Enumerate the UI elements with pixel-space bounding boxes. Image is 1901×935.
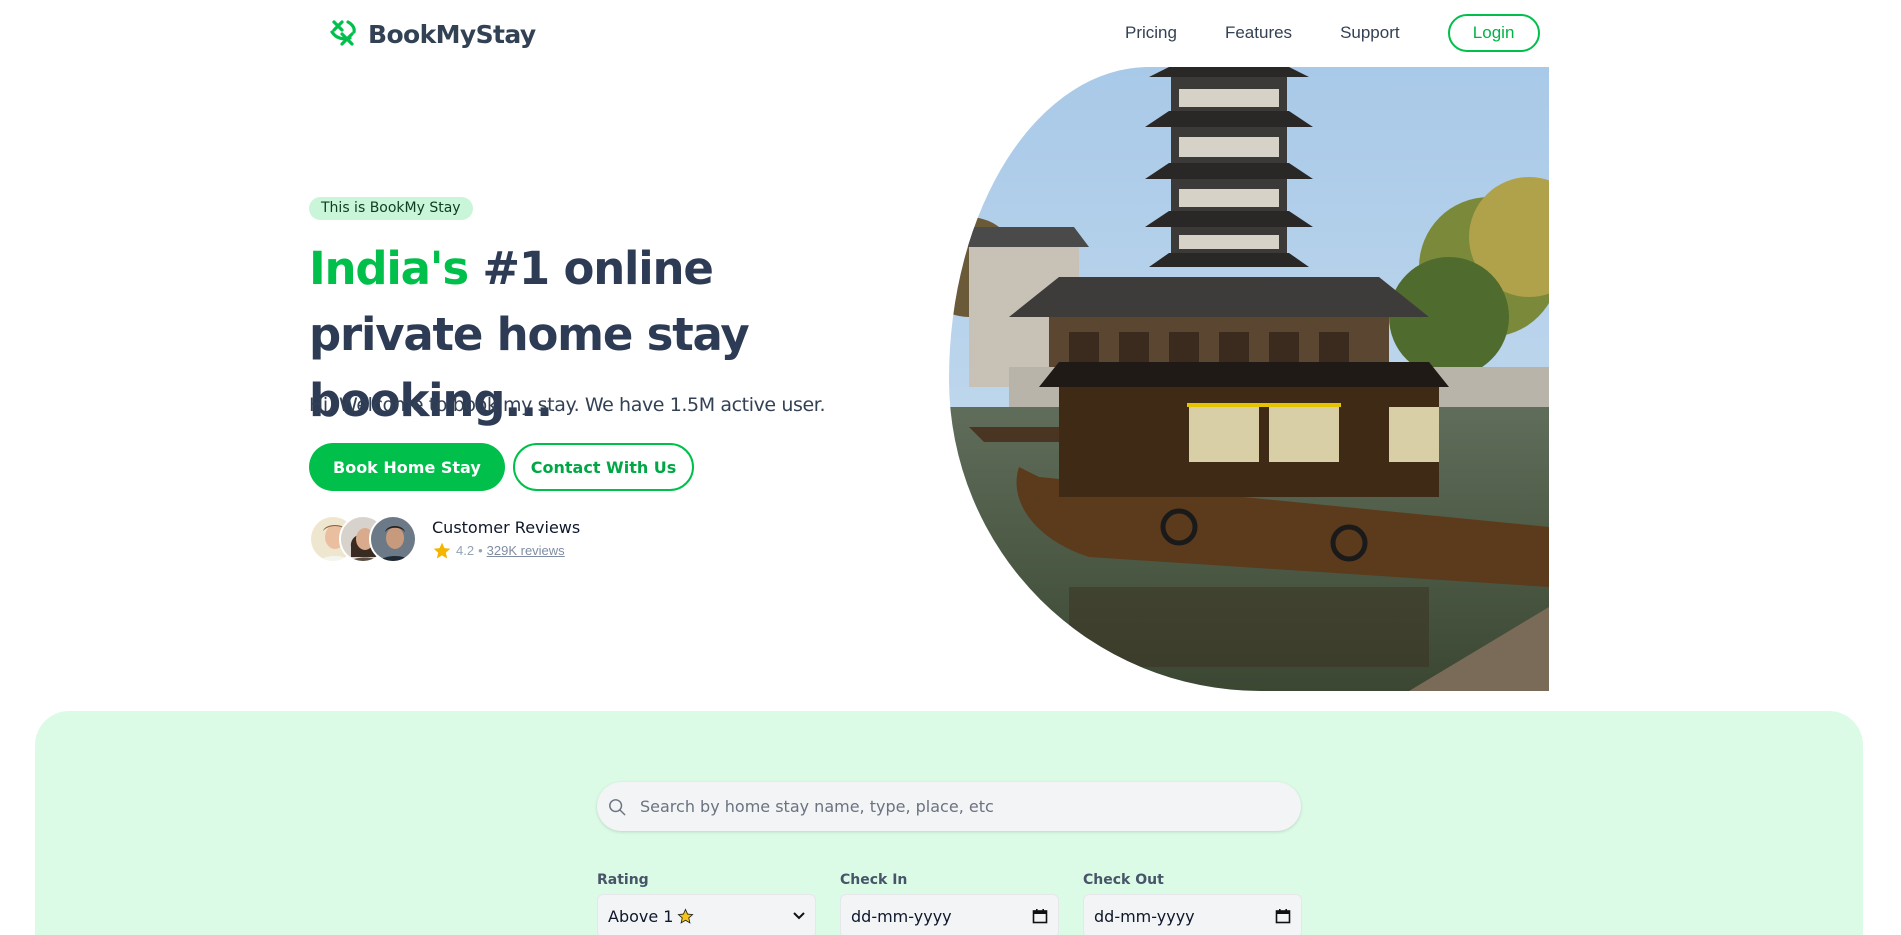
rating-filter: Rating Above 1 [597,872,816,935]
reviews-summary: Customer Reviews 4.2 • 329K reviews [432,518,580,561]
star-icon [433,542,451,558]
customer-reviews: Customer Reviews 4.2 • 329K reviews [309,515,580,563]
check-out-input[interactable]: dd-mm-yyyy [1083,894,1302,935]
hero-cta-group: Book Home Stay Contact With Us [309,443,695,491]
nav-link-pricing[interactable]: Pricing [1125,14,1177,52]
avatar-group [309,515,417,563]
check-in-filter: Check In dd-mm-yyyy [840,872,1059,935]
reviews-title: Customer Reviews [432,517,581,537]
avatar [369,515,417,563]
rating-label: Rating [597,872,649,888]
rating-separator: • [478,543,483,558]
search-icon [609,798,626,815]
hero-image [949,67,1549,691]
calendar-icon [1032,909,1048,924]
pagoda-boat-photo [949,67,1549,691]
calendar-icon [1275,909,1291,924]
rating-select-value: Above 1 [608,906,695,926]
rating-value: 4.2 [456,543,475,558]
check-out-label: Check Out [1083,872,1164,888]
star-icon [677,907,695,924]
reviews-meta: 4.2 • 329K reviews [432,541,580,561]
login-button[interactable]: Login [1447,14,1540,52]
search-bar[interactable] [597,782,1301,831]
brand-logo[interactable]: BookMyStay [328,18,536,50]
leaf-logo-icon [330,20,356,46]
hero-title-accent: India's [309,242,469,295]
rating-select[interactable]: Above 1 [597,894,816,935]
search-input[interactable] [640,797,1260,816]
brand-name: BookMyStay [368,19,536,49]
reviews-count-link[interactable]: 329K reviews [487,543,565,558]
check-out-value: dd-mm-yyyy [1094,906,1195,926]
site-header: BookMyStay Pricing Features Support Logi… [0,0,1901,67]
check-in-input[interactable]: dd-mm-yyyy [840,894,1059,935]
hero-badge: This is BookMy Stay [309,197,473,220]
main-nav: Pricing Features Support Login [1125,14,1540,52]
check-in-label: Check In [840,872,908,888]
chevron-down-icon [793,912,805,920]
contact-button[interactable]: Contact With Us [512,443,695,491]
check-out-filter: Check Out dd-mm-yyyy [1083,872,1302,935]
nav-link-features[interactable]: Features [1225,14,1292,52]
check-in-value: dd-mm-yyyy [851,906,952,926]
nav-link-support[interactable]: Support [1340,14,1400,52]
book-home-stay-button[interactable]: Book Home Stay [309,443,505,491]
rating-select-text: Above 1 [608,906,674,926]
hero-subtitle: Hi, Welcome to book my stay. We have 1.5… [309,394,826,416]
